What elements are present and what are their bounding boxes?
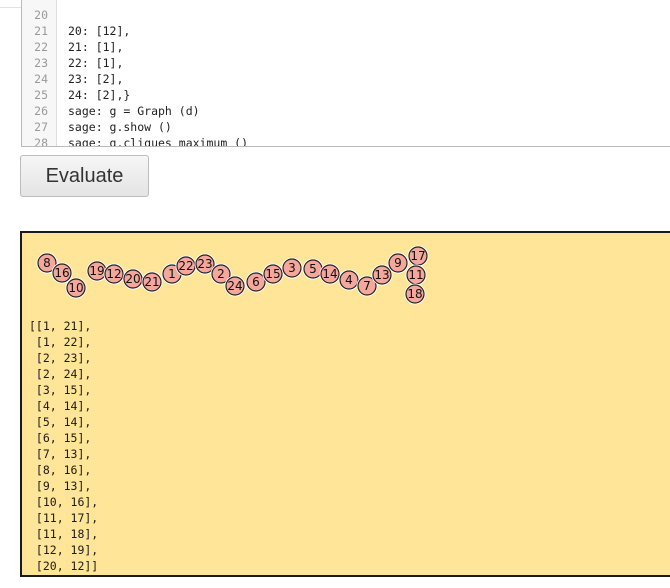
vertex-label: 24 [227,279,242,293]
evaluate-button[interactable]: Evaluate [20,155,149,197]
line-number: 28 [34,136,48,147]
vertex-label: 13 [374,268,389,282]
vertex-label: 16 [54,266,69,280]
code-line[interactable]: 26 sage: g.show () [22,87,670,134]
vertex-label: 12 [106,267,121,281]
vertex-label: 11 [408,268,423,282]
graph-vertex-18: 18 [404,283,426,305]
vertex-label: 5 [309,262,317,276]
code-line[interactable]: 23 23: [2], [22,39,670,86]
vertex-label: 17 [410,249,425,263]
code-line[interactable]: 20 20: [12], [22,0,670,38]
graph-vertex-4: 4 [338,269,360,291]
graph-vertex-21: 21 [141,271,163,293]
vertex-label: 10 [68,281,83,295]
graph-vertex-15: 15 [262,263,284,285]
vertex-label: 23 [197,257,212,271]
graph-vertex-14: 14 [319,263,341,285]
graph-vertex-12: 12 [103,263,125,285]
vertex-label: 18 [407,287,422,301]
vertex-label: 1 [168,267,176,281]
code-line[interactable]: 25 sage: g = Graph (d) [22,71,670,118]
vertex-label: 9 [394,256,402,270]
graph-plot: 81610 19 12 20 21 122 23 224 6 15 3 5 14 4 713 9 17 11 18 [36,245,429,305]
vertex-label: 15 [265,267,280,281]
vertex-label: 7 [363,279,371,293]
code-line[interactable]: 24 24: [2],} [22,55,670,102]
vertex-label: 20 [125,272,140,286]
graph-vertex-9: 9 [387,252,409,274]
vertex-label: 6 [252,275,260,289]
output-panel: 8 16 10 19 12 20 21 1 22 23 2 24 6 15 3 5 14 4 7 13 9 17 11 18 … [20,231,670,577]
graph-vertex-10: 10 [65,277,87,299]
code-line[interactable]: 21 21: [1], [22,7,670,54]
graph-vertex-11: 11 [405,264,427,286]
code-line[interactable]: 22 22: [1], [22,23,670,70]
vertex-label: 22 [178,259,193,273]
vertex-label: 3 [288,261,296,275]
cliques-result: [[1, 21], [1, 22], [2, 23], [2, 24], [3,… [29,319,99,573]
vertex-label: 2 [217,267,225,281]
code-text[interactable]: sage: g.cliques_maximum () [68,135,248,146]
vertex-label: 19 [89,264,104,278]
vertex-label: 14 [322,267,337,281]
graph-vertex-17: 17 [407,245,429,267]
graph-vertex-20: 20 [122,268,144,290]
code-editor[interactable]: 20 20: [12], 21 21: [1], 22 22: [1], 23 … [21,0,670,147]
code-line[interactable]: 27 sage: g.cliques_maximum () [22,103,670,146]
graph-vertex-24: 24 [224,275,246,297]
graph-vertex-22: 22 [175,255,197,277]
vertex-label: 4 [345,273,353,287]
vertex-label: 8 [43,256,51,270]
code-line[interactable]: 28 [22,119,670,146]
vertex-label: 21 [144,275,159,289]
graph-vertex-3: 3 [281,257,303,279]
